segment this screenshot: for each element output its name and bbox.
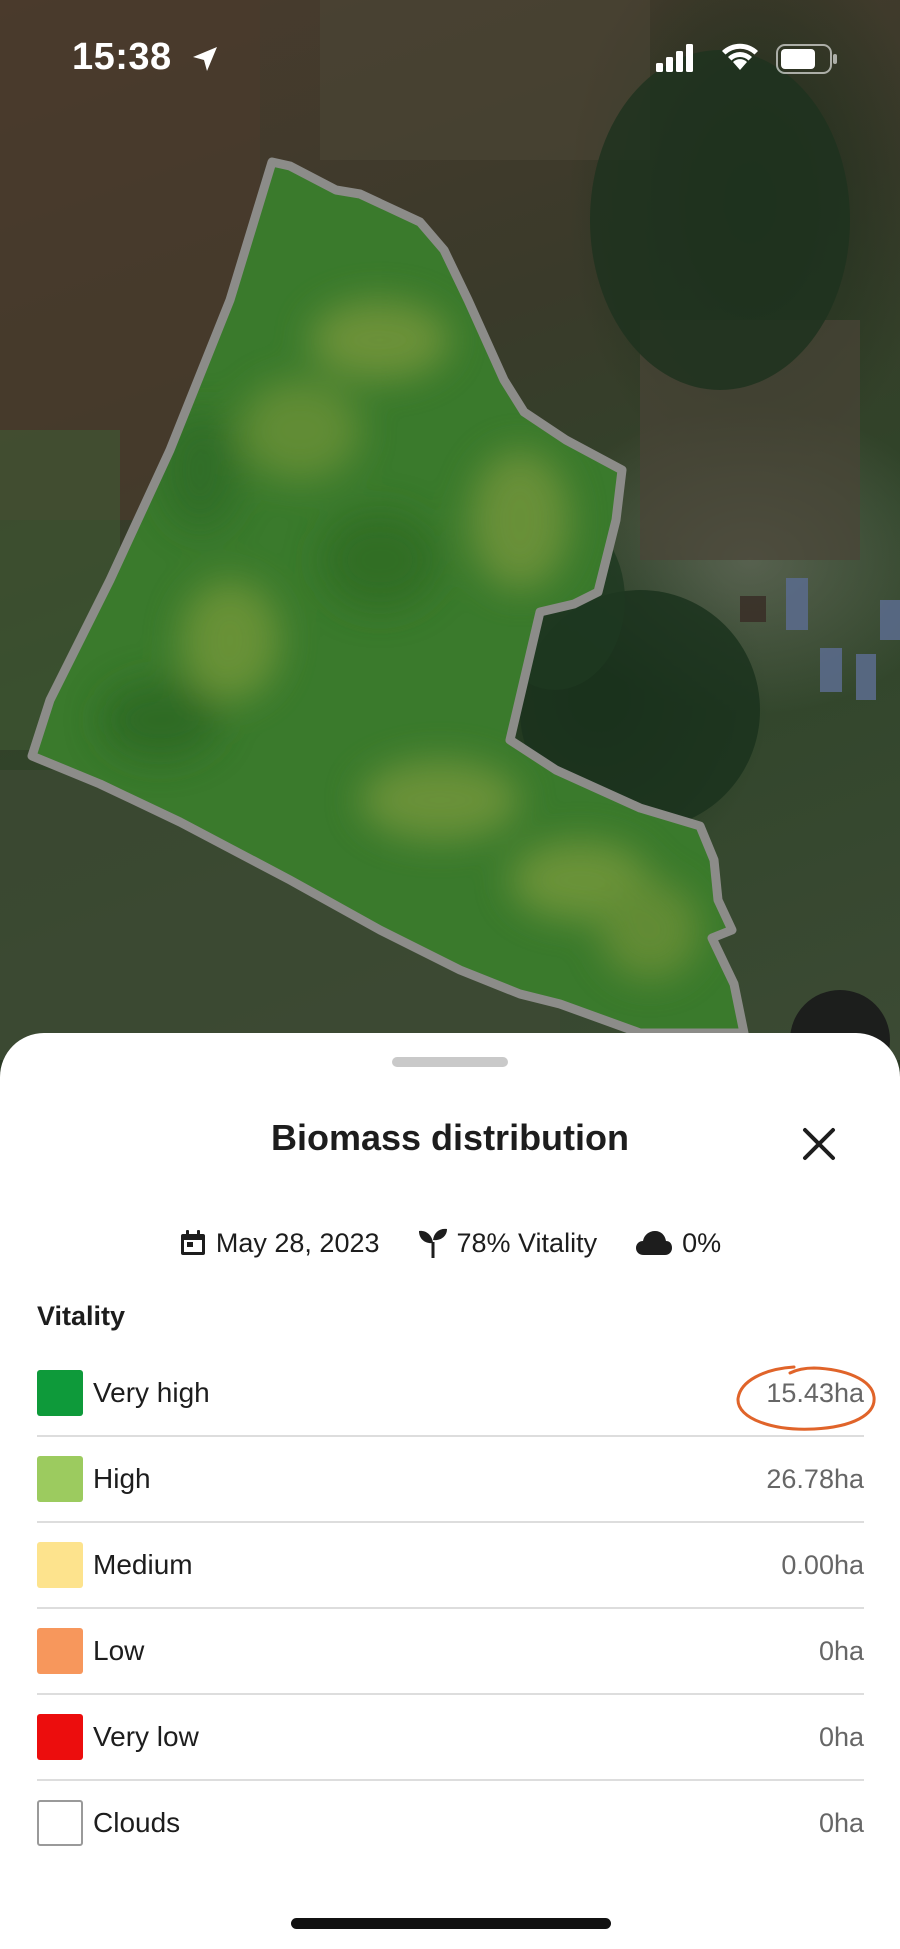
legend-row-very-high: Very high 15.43ha	[37, 1351, 876, 1437]
legend-row-medium: Medium 0.00ha	[37, 1523, 864, 1609]
legend-value: 15.43ha	[766, 1377, 864, 1408]
legend-label: Clouds	[93, 1807, 181, 1838]
vitality-section-label: Vitality	[37, 1301, 126, 1331]
legend-row-very-low: Very low 0ha	[37, 1695, 864, 1781]
legend-value: 0ha	[818, 1635, 864, 1666]
battery-icon	[776, 44, 838, 79]
legend-label: Very low	[93, 1721, 199, 1752]
clouds-swatch	[37, 1800, 83, 1846]
vitality-meta: 78% Vitality	[418, 1227, 598, 1259]
very-low-swatch	[37, 1714, 83, 1760]
clouds-text: 0%	[682, 1227, 722, 1258]
legend-value: 0.00ha	[781, 1549, 864, 1580]
low-swatch	[37, 1628, 83, 1674]
close-icon	[803, 1128, 835, 1160]
close-button[interactable]	[796, 1121, 842, 1167]
status-bar: 15:38	[0, 0, 900, 120]
very-high-swatch	[37, 1370, 83, 1416]
legend-value: 0ha	[818, 1721, 864, 1752]
legend-label: Very high	[93, 1377, 210, 1408]
legend-label: Low	[93, 1635, 145, 1666]
legend-value: 0ha	[818, 1807, 864, 1838]
cloud-icon	[636, 1231, 673, 1255]
meta-row: May 28, 2023 78% Vitality 0%	[0, 1227, 900, 1259]
legend-label: High	[93, 1463, 151, 1494]
legend-label: Medium	[93, 1549, 193, 1580]
sheet-grabber[interactable]	[392, 1057, 508, 1067]
home-indicator[interactable]	[291, 1918, 611, 1929]
legend-row-clouds: Clouds 0ha	[37, 1781, 864, 1865]
medium-swatch	[37, 1542, 83, 1588]
date-text: May 28, 2023	[215, 1227, 380, 1258]
status-time: 15:38	[72, 36, 172, 78]
signal-bars-icon	[656, 44, 696, 77]
legend-value: 26.78ha	[766, 1463, 864, 1494]
legend-row-low: Low 0ha	[37, 1609, 864, 1695]
high-swatch	[37, 1456, 83, 1502]
vitality-legend: Very high 15.43ha High 26.78ha Medium 0.…	[37, 1351, 876, 1865]
biomass-bottom-sheet: Biomass distribution May 28, 2023 78% Vi…	[0, 1033, 900, 1949]
map-canvas	[0, 0, 900, 1060]
legend-row-high: High 26.78ha	[37, 1437, 864, 1523]
sheet-title: Biomass distribution	[270, 1117, 630, 1158]
clouds-meta: 0%	[635, 1228, 721, 1259]
sprout-icon	[418, 1228, 447, 1258]
wifi-icon	[720, 42, 760, 77]
satellite-map[interactable]	[0, 0, 900, 1060]
location-arrow-icon	[190, 44, 220, 79]
vitality-text: 78% Vitality	[456, 1227, 598, 1258]
date-meta: May 28, 2023	[179, 1228, 380, 1259]
calendar-icon	[180, 1230, 205, 1255]
